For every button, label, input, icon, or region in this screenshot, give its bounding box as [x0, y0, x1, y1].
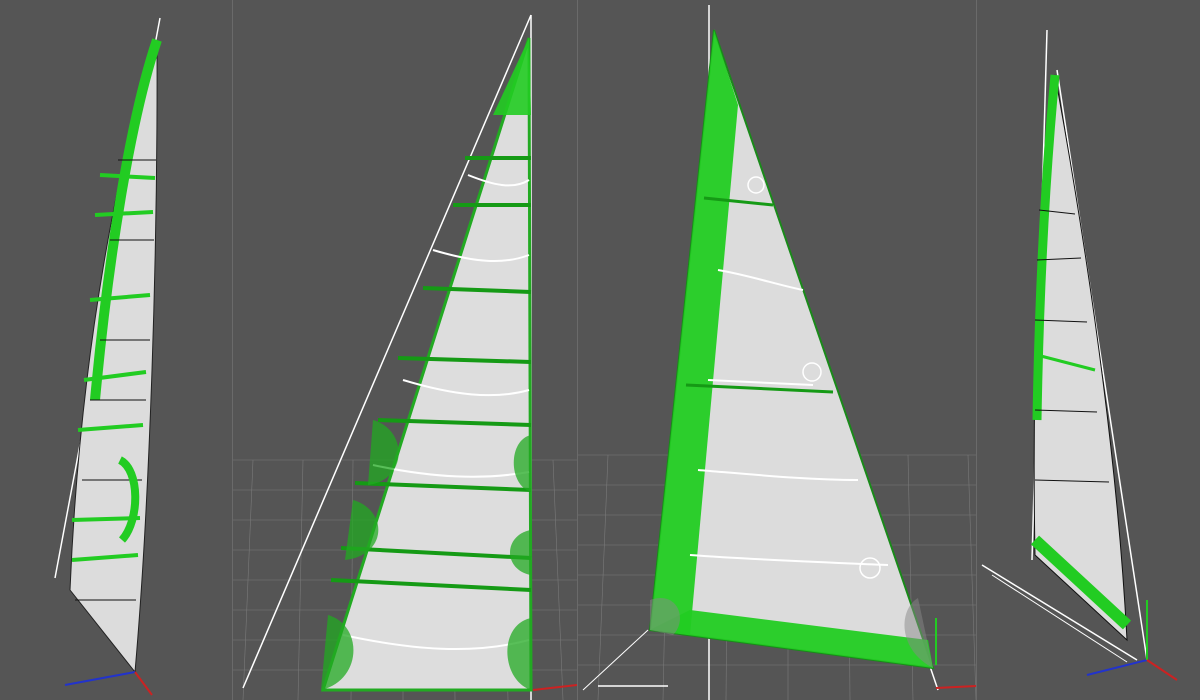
axis-z-line	[64, 671, 136, 686]
mainsail-surface	[320, 37, 533, 692]
viewport-side-left[interactable]	[0, 0, 232, 700]
sheet-line	[582, 629, 649, 691]
axis-x-line	[1146, 659, 1178, 681]
axis-x-line	[532, 684, 577, 691]
viewport-front-headsail[interactable]	[578, 0, 976, 700]
sail-surface	[69, 39, 158, 674]
axis-x-line	[134, 671, 153, 696]
sail-front-view-head[interactable]	[578, 0, 976, 700]
head-board	[493, 38, 531, 115]
viewport-side-right[interactable]	[977, 0, 1200, 700]
viewport-front-mainsail[interactable]	[233, 0, 577, 700]
axis-z-line	[1086, 659, 1148, 676]
sail-side-view-right[interactable]	[977, 0, 1200, 700]
axis-x-line	[935, 685, 976, 689]
sail-side-view-left[interactable]	[0, 0, 232, 700]
sail-front-view-main[interactable]	[233, 0, 577, 700]
